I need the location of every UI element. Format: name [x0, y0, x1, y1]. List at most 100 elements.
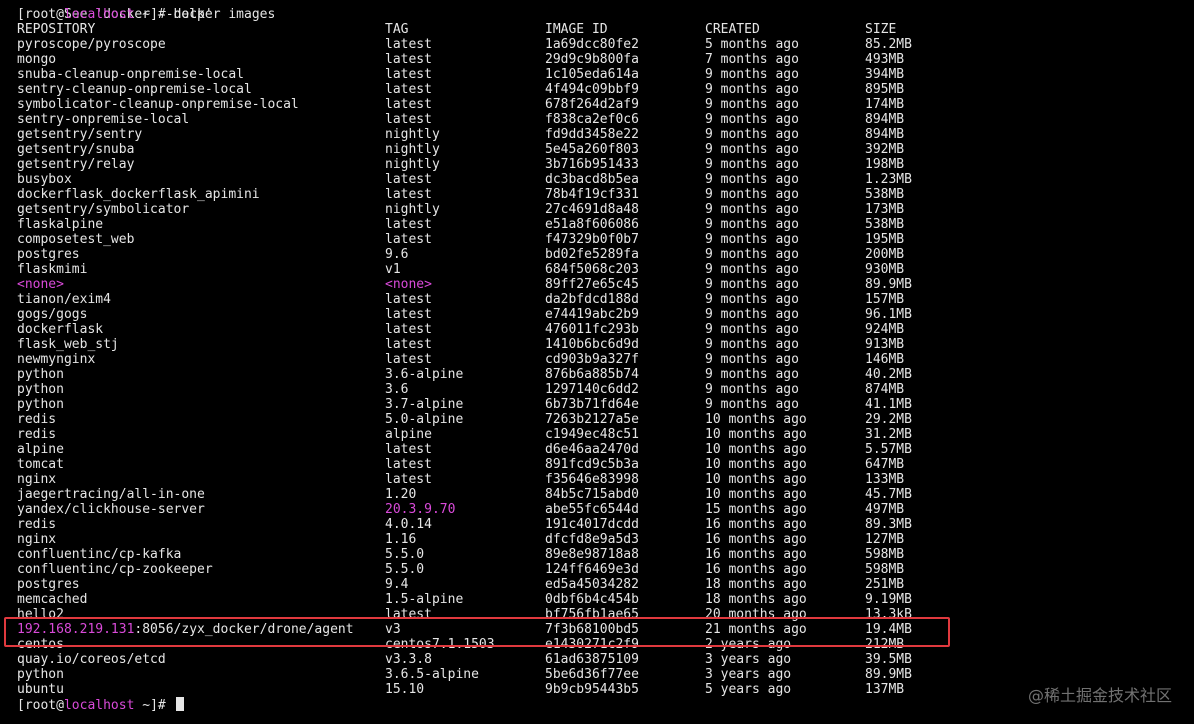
tag-cell: nightly	[385, 142, 440, 157]
table-row: symbolicator-cleanup-onpremise-local late…	[17, 97, 1187, 112]
table-row: redis 5.0-alpine 7263b2127a5e 10 months ago…	[17, 412, 1187, 427]
image-id-cell: d6e46aa2470d	[545, 442, 639, 457]
tag-cell: latest	[385, 442, 432, 457]
tag-cell: nightly	[385, 202, 440, 217]
repository-cell: busybox	[17, 172, 72, 187]
tag-cell: v3.3.8	[385, 652, 432, 667]
created-cell: 9 months ago	[705, 127, 799, 142]
created-cell: 9 months ago	[705, 82, 799, 97]
size-cell: 195MB	[865, 232, 905, 247]
created-cell: 3 years ago	[705, 652, 792, 667]
image-id-cell: 191c4017dcdd	[545, 517, 639, 532]
tag-cell: nightly	[385, 127, 440, 142]
tag-cell: latest	[385, 232, 432, 247]
created-cell: 3 years ago	[705, 667, 792, 682]
created-cell: 10 months ago	[705, 412, 807, 427]
table-row: confluentinc/cp-kafka 5.5.0 89e8e98718a8 16…	[17, 547, 1187, 562]
table-row: quay.io/coreos/etcd v3.3.8 61ad63875109 3 y…	[17, 652, 1187, 667]
size-cell: 538MB	[865, 187, 905, 202]
size-cell: 13.3kB	[865, 607, 912, 622]
created-cell: 9 months ago	[705, 337, 799, 352]
tag-cell: v3	[385, 622, 401, 637]
image-id-cell: cd903b9a327f	[545, 352, 639, 367]
table-row: python 3.6.5-alpine 5be6d36f77ee 3 years ag…	[17, 667, 1187, 682]
created-cell: 9 months ago	[705, 292, 799, 307]
size-cell: 538MB	[865, 217, 905, 232]
registry-host: 192.168.219.131	[17, 622, 135, 637]
tag-cell: 3.6.5-alpine	[385, 667, 479, 682]
image-list: pyroscope/pyroscope latest 1a69dcc80fe2 5 m…	[17, 37, 1187, 697]
image-id-cell: e51a8f606086	[545, 217, 639, 232]
tag-cell: latest	[385, 97, 432, 112]
repository-cell: redis	[17, 427, 57, 442]
repository-cell: sentry-cleanup-onpremise-local	[17, 82, 252, 97]
table-row: tomcat latest 891fcd9c5b3a 10 months ago 647…	[17, 457, 1187, 472]
table-row: dockerflask latest 476011fc293b 9 months ag…	[17, 322, 1187, 337]
created-cell: 16 months ago	[705, 532, 807, 547]
created-cell: 5 months ago	[705, 37, 799, 52]
size-cell: 497MB	[865, 502, 905, 517]
tag-cell: v1	[385, 262, 401, 277]
image-id-cell: e1430271c2f9	[545, 637, 639, 652]
terminal-window[interactable]: See 'docker --help' [root@localhost ~]# …	[0, 0, 1194, 724]
size-cell: 493MB	[865, 52, 905, 67]
repository-cell: 192.168.219.131:8056/zyx_docker/drone/ag…	[17, 622, 354, 637]
size-cell: 598MB	[865, 547, 905, 562]
tag-cell: latest	[385, 322, 432, 337]
size-cell: 1.23MB	[865, 172, 912, 187]
table-row: nginx 1.16 dfcfd8e9a5d3 16 months ago 127MB	[17, 532, 1187, 547]
created-cell: 9 months ago	[705, 157, 799, 172]
image-id-cell: 6b73b71fd64e	[545, 397, 639, 412]
tag-cell: latest	[385, 292, 432, 307]
created-cell: 9 months ago	[705, 112, 799, 127]
size-cell: 45.7MB	[865, 487, 912, 502]
table-row: flaskmimi v1 684f5068c203 9 months ago 930MB	[17, 262, 1187, 277]
repository-cell: confluentinc/cp-zookeeper	[17, 562, 213, 577]
image-id-cell: 9b9cb95443b5	[545, 682, 639, 697]
table-row: pyroscope/pyroscope latest 1a69dcc80fe2 5 m…	[17, 37, 1187, 52]
size-cell: 392MB	[865, 142, 905, 157]
created-cell: 9 months ago	[705, 307, 799, 322]
size-cell: 31.2MB	[865, 427, 912, 442]
repository-cell: ubuntu	[17, 682, 64, 697]
tag-cell: 5.5.0	[385, 562, 425, 577]
image-id-cell: f838ca2ef0c6	[545, 112, 639, 127]
repository-cell: postgres	[17, 247, 80, 262]
size-cell: 895MB	[865, 82, 905, 97]
repository-cell: gogs/gogs	[17, 307, 88, 322]
table-row: getsentry/relay nightly 3b716b951433 9 mont…	[17, 157, 1187, 172]
created-cell: 10 months ago	[705, 442, 807, 457]
image-id-cell: 1410b6bc6d9d	[545, 337, 639, 352]
repository-cell: python	[17, 382, 64, 397]
created-cell: 9 months ago	[705, 277, 799, 292]
image-id-cell: 678f264d2af9	[545, 97, 639, 112]
size-cell: 89.9MB	[865, 277, 912, 292]
table-row: alpine latest d6e46aa2470d 10 months ago 5.5…	[17, 442, 1187, 457]
created-cell: 9 months ago	[705, 367, 799, 382]
size-cell: 874MB	[865, 382, 905, 397]
table-row: centos centos7.1.1503 e1430271c2f9 2 years …	[17, 637, 1187, 652]
repository-cell: getsentry/snuba	[17, 142, 135, 157]
size-cell: 89.9MB	[865, 667, 912, 682]
tag-cell: latest	[385, 472, 432, 487]
prompt-close: ~]#	[134, 698, 174, 713]
image-id-cell: abe55fc6544d	[545, 502, 639, 517]
size-cell: 85.2MB	[865, 37, 912, 52]
image-id-cell: 84b5c715abd0	[545, 487, 639, 502]
image-id-cell: 1c105eda614a	[545, 67, 639, 82]
image-id-cell: bd02fe5289fa	[545, 247, 639, 262]
created-cell: 9 months ago	[705, 382, 799, 397]
table-row: yandex/clickhouse-server 20.3.9.70 abe55fc…	[17, 502, 1187, 517]
repository-cell: python	[17, 367, 64, 382]
created-cell: 9 months ago	[705, 247, 799, 262]
size-cell: 924MB	[865, 322, 905, 337]
image-id-cell: 1a69dcc80fe2	[545, 37, 639, 52]
created-cell: 9 months ago	[705, 232, 799, 247]
cursor-block	[175, 697, 184, 711]
repository-path: :8056/zyx_docker/drone/agent	[134, 622, 354, 637]
help-fragment-line: See 'docker --help'	[17, 0, 1187, 22]
repository-cell: alpine	[17, 442, 64, 457]
created-cell: 16 months ago	[705, 547, 807, 562]
repository-cell: flask_web_stj	[17, 337, 119, 352]
image-id-cell: 3b716b951433	[545, 157, 639, 172]
